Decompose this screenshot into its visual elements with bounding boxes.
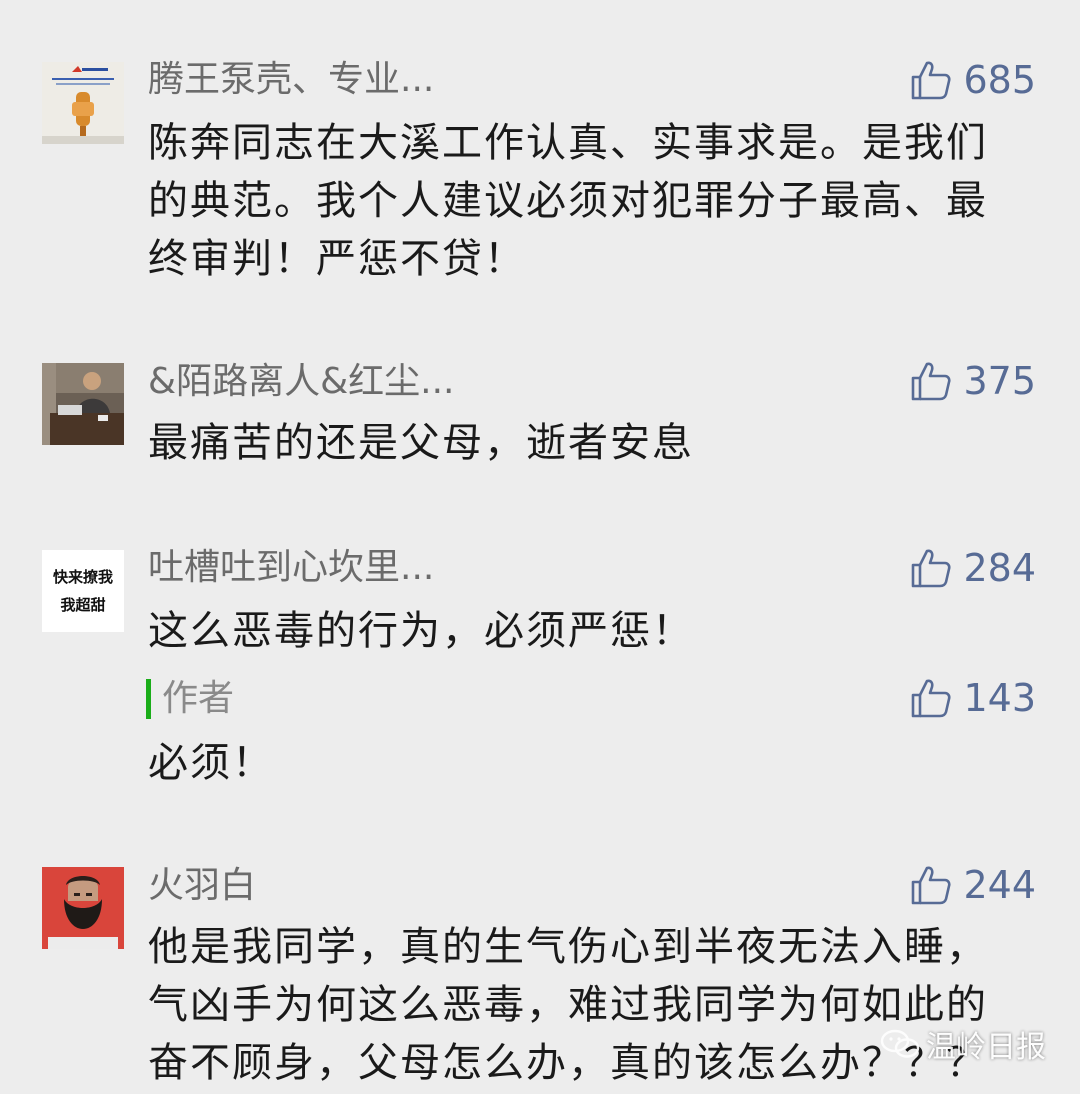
thumbs-up-icon bbox=[912, 549, 952, 588]
comment-text: 这么恶毒的行为，必须严惩！ bbox=[148, 608, 694, 654]
like-count: 375 bbox=[963, 359, 1036, 403]
author-label: 作者 bbox=[162, 678, 235, 719]
like-button[interactable]: 375 bbox=[909, 356, 1036, 406]
bearded-man-avatar-icon bbox=[42, 867, 124, 949]
thumbs-up-icon bbox=[912, 61, 952, 100]
like-count: 244 bbox=[963, 863, 1036, 907]
watermark: 温岭日报 bbox=[880, 1022, 1046, 1066]
pump-product-avatar-icon bbox=[42, 62, 124, 144]
nickname[interactable]: 火羽白 bbox=[148, 864, 256, 908]
thumbs-up-icon bbox=[912, 866, 952, 905]
like-count: 685 bbox=[963, 58, 1036, 102]
like-count: 284 bbox=[963, 546, 1036, 590]
like-count: 143 bbox=[963, 676, 1036, 720]
like-button[interactable]: 284 bbox=[909, 543, 1036, 593]
avatar-text-line: 快来撩我 bbox=[52, 568, 113, 586]
reply-like-button[interactable]: 143 bbox=[909, 673, 1036, 723]
thumbs-up-icon bbox=[912, 679, 952, 718]
man-at-desk-avatar-icon bbox=[42, 363, 124, 445]
watermark-text: 温岭日报 bbox=[926, 1030, 1046, 1065]
avatar[interactable] bbox=[42, 867, 124, 949]
nickname[interactable]: 腾王泵壳、专业... bbox=[148, 58, 434, 102]
author-reply-indicator bbox=[146, 679, 151, 719]
avatar[interactable]: 快来撩我 我超甜 bbox=[42, 550, 124, 632]
comment-text: 陈奔同志在大溪工作认真、实事求是。是我们的典范。我个人建议必须对犯罪分子最高、最… bbox=[148, 120, 988, 282]
nickname[interactable]: 吐槽吐到心坎里... bbox=[148, 546, 434, 590]
thumbs-up-icon bbox=[912, 362, 952, 401]
wechat-icon bbox=[880, 1029, 920, 1058]
like-button[interactable]: 244 bbox=[909, 860, 1036, 910]
like-button[interactable]: 685 bbox=[909, 55, 1036, 105]
avatar[interactable] bbox=[42, 363, 124, 445]
reply-text: 必须！ bbox=[148, 740, 274, 786]
avatar[interactable] bbox=[42, 62, 124, 144]
avatar-text-line: 我超甜 bbox=[60, 596, 106, 614]
comment-text: 最痛苦的还是父母，逝者安息 bbox=[148, 420, 694, 466]
nickname[interactable]: &陌路离人&红尘... bbox=[148, 360, 454, 404]
